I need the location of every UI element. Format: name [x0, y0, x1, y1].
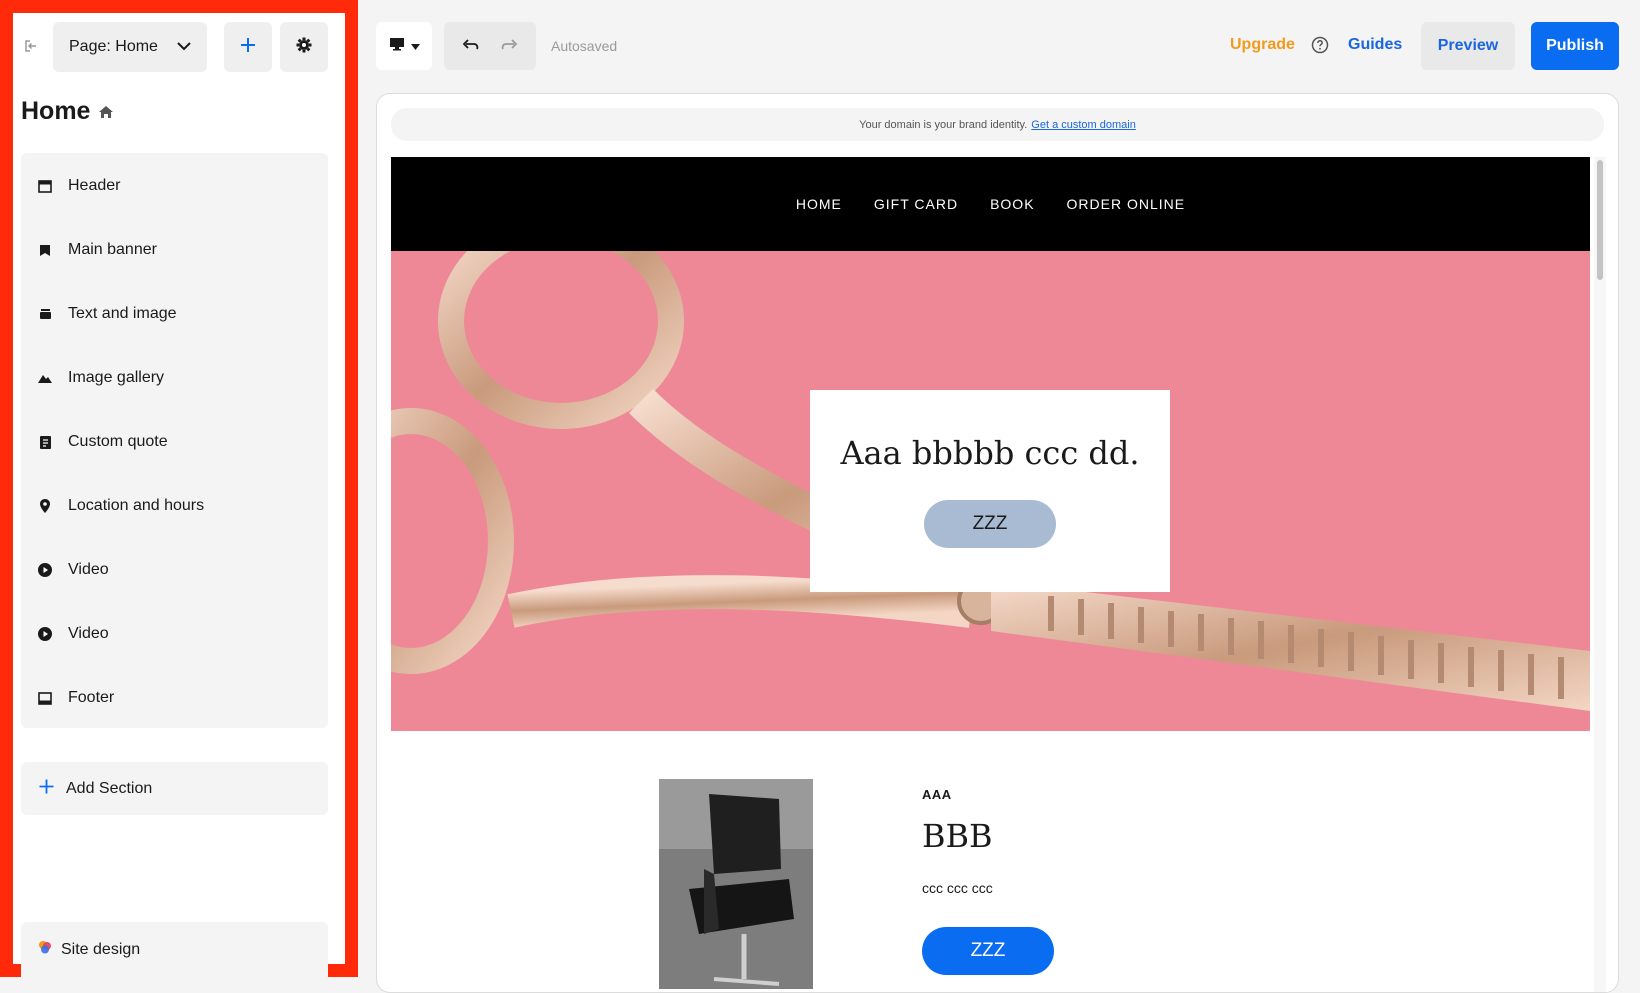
hero-card: Aaa bbbbb ccc dd. ZZZ [810, 390, 1170, 592]
upgrade-link[interactable]: Upgrade [1230, 36, 1295, 54]
site-nav-home[interactable]: HOME [796, 196, 842, 212]
section-item-label: Image gallery [68, 369, 165, 386]
custom-domain-link[interactable]: Get a custom domain [1031, 119, 1136, 131]
section-item-video[interactable]: Video [21, 602, 328, 666]
add-section-label: Add Section [66, 779, 153, 797]
plus-icon [39, 779, 54, 799]
hero-cta-button[interactable]: ZZZ [924, 500, 1056, 548]
site-nav-order-online[interactable]: ORDER ONLINE [1067, 196, 1186, 212]
guides-link[interactable]: Guides [1348, 36, 1402, 54]
quote-icon [38, 435, 52, 449]
exit-editor-icon[interactable] [21, 36, 41, 56]
page-title: Home [21, 97, 114, 126]
section-item-label: Location and hours [68, 497, 205, 514]
chair-image [659, 779, 813, 989]
editor-canvas: Your domain is your brand identity. Get … [376, 93, 1619, 993]
hero-banner[interactable]: Aaa bbbbb ccc dd. ZZZ [391, 251, 1590, 731]
chevron-down-icon [177, 38, 191, 56]
section-item-main-banner[interactable]: Main banner [21, 218, 328, 282]
location-pin-icon [38, 499, 52, 513]
play-icon [38, 563, 52, 577]
caret-down-icon [410, 37, 420, 55]
scrollbar-thumb[interactable] [1597, 160, 1603, 280]
publish-button[interactable]: Publish [1531, 22, 1619, 70]
device-preview-toggle[interactable] [376, 22, 432, 70]
site-scrollbar[interactable] [1594, 157, 1606, 992]
feature-body: ccc ccc ccc [922, 880, 993, 896]
undo-redo-group [444, 22, 536, 70]
gear-icon [296, 37, 312, 58]
section-item-custom-quote[interactable]: Custom quote [21, 410, 328, 474]
site-nav-book[interactable]: BOOK [990, 196, 1034, 212]
section-item-label: Video [68, 625, 109, 642]
home-icon [98, 97, 114, 126]
plus-icon [240, 37, 256, 58]
section-item-label: Video [68, 561, 109, 578]
site-design-label: Site design [61, 940, 141, 958]
section-list: Header Main banner Text and image Image … [21, 153, 328, 728]
section-item-video[interactable]: Video [21, 538, 328, 602]
page-settings-button[interactable] [280, 22, 328, 72]
left-panel: Page: Home Home Header Main banner Text … [0, 0, 358, 977]
bookmark-icon [38, 243, 52, 257]
section-item-header[interactable]: Header [21, 154, 328, 218]
site-design-button[interactable]: Site design [21, 922, 328, 977]
feature-cta-button[interactable]: ZZZ [922, 927, 1054, 975]
site-nav-gift-card[interactable]: GIFT CARD [874, 196, 958, 212]
feature-title: BBB [922, 817, 993, 855]
palette-icon [37, 939, 53, 960]
redo-icon[interactable] [500, 37, 518, 55]
preview-button[interactable]: Preview [1421, 22, 1515, 70]
left-panel-toolbar: Page: Home [13, 22, 345, 72]
section-item-label: Header [68, 177, 121, 194]
page-title-text: Home [21, 97, 91, 125]
help-icon[interactable] [1311, 36, 1329, 54]
section-item-location-and-hours[interactable]: Location and hours [21, 474, 328, 538]
desktop-icon [389, 37, 405, 56]
section-item-label: Main banner [68, 241, 157, 258]
domain-banner-text: Your domain is your brand identity. [859, 118, 1028, 131]
feature-eyebrow: AAA [922, 787, 952, 802]
text-image-icon [38, 307, 52, 321]
play-icon [38, 627, 52, 641]
autosave-status: Autosaved [551, 38, 618, 54]
site-nav: HOME GIFT CARD BOOK ORDER ONLINE [391, 157, 1590, 251]
header-icon [38, 179, 52, 193]
undo-icon[interactable] [462, 37, 480, 55]
domain-banner: Your domain is your brand identity. Get … [391, 108, 1604, 141]
page-select-dropdown[interactable]: Page: Home [53, 22, 207, 72]
section-item-label: Custom quote [68, 433, 168, 450]
add-page-button[interactable] [224, 22, 272, 72]
page-select-label: Page: Home [69, 38, 158, 55]
section-item-label: Footer [68, 689, 115, 706]
section-item-label: Text and image [68, 305, 177, 322]
section-item-image-gallery[interactable]: Image gallery [21, 346, 328, 410]
mountain-icon [38, 371, 52, 385]
section-item-footer[interactable]: Footer [21, 666, 328, 730]
section-item-text-and-image[interactable]: Text and image [21, 282, 328, 346]
footer-icon [38, 691, 52, 705]
hero-heading: Aaa bbbbb ccc dd. [840, 434, 1140, 472]
add-section-button[interactable]: Add Section [21, 762, 328, 815]
site-preview: HOME GIFT CARD BOOK ORDER ONLINE Aaa bbb… [391, 157, 1590, 992]
